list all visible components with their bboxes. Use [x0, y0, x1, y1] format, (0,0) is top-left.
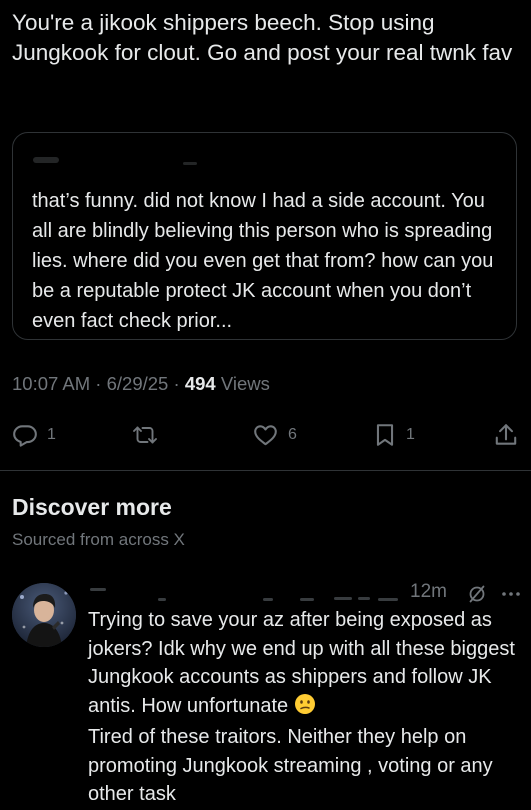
- quoted-post-author-redacted: [33, 151, 213, 171]
- bookmark-icon: [373, 422, 397, 448]
- section-divider: [0, 470, 531, 471]
- reply-header: 12m: [88, 580, 520, 606]
- confused-face-emoji: [294, 693, 316, 724]
- views-count: 494: [184, 373, 216, 394]
- reply-text: Trying to save your az after being expos…: [88, 606, 528, 809]
- quoted-post-text: that’s funny. did not know I had a side …: [32, 190, 494, 332]
- share-button[interactable]: [493, 418, 519, 452]
- reply-avatar[interactable]: [12, 583, 76, 647]
- quoted-post-card[interactable]: that’s funny. did not know I had a side …: [12, 132, 517, 340]
- reply-author-redacted: [90, 588, 106, 591]
- repost-button[interactable]: [131, 418, 159, 452]
- action-bar: 1 6 1: [0, 418, 531, 452]
- like-count: 6: [288, 426, 297, 443]
- reply-time: 12m: [410, 581, 447, 602]
- reply-count: 1: [47, 426, 56, 443]
- bookmark-button[interactable]: 1: [373, 418, 415, 452]
- retweet-icon: [131, 422, 159, 448]
- reply-button[interactable]: 1: [12, 418, 56, 452]
- reply-text-rest: Tired of these traitors. Neither they he…: [88, 726, 499, 805]
- like-button[interactable]: 6: [252, 418, 297, 452]
- bookmark-count: 1: [406, 426, 415, 443]
- post-text: You're a jikook shippers beech. Stop usi…: [12, 10, 513, 65]
- reply-icon: [12, 422, 38, 448]
- post-meta: 10:07 AM · 6/29/25 · 494 Views: [12, 373, 270, 394]
- discover-more-subtitle: Sourced from across X: [12, 530, 185, 549]
- discover-more-heading: Discover more: [12, 494, 172, 520]
- views-label: Views: [215, 373, 270, 394]
- share-icon: [493, 422, 519, 448]
- post-time[interactable]: 10:07 AM: [12, 373, 90, 394]
- post-date[interactable]: 6/29/25: [107, 373, 169, 394]
- like-icon: [252, 422, 279, 448]
